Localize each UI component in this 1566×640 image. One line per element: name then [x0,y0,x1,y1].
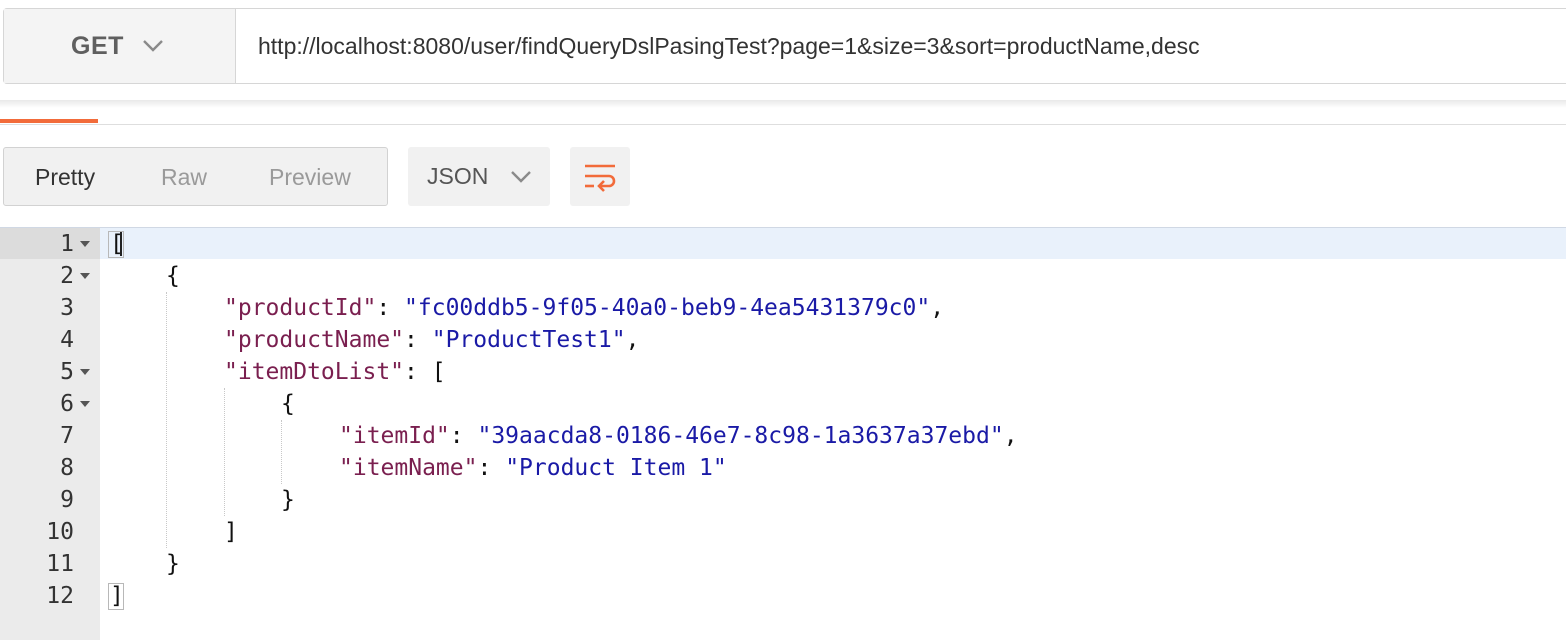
line-number: 2 [60,263,74,289]
response-tabs-divider [0,124,1566,125]
view-preview-button[interactable]: Preview [269,164,351,191]
code-content: "productName": "ProductTest1", [224,327,640,353]
fold-arrow-icon[interactable] [80,241,90,247]
code-line: 3 "productId": "fc00ddb5-9f05-40a0-beb9-… [0,292,1566,324]
line-number: 9 [60,487,74,513]
code-content: "itemDtoList": [ [224,359,446,385]
wrap-lines-icon [585,164,616,192]
code-content: "productId": "fc00ddb5-9f05-40a0-beb9-4e… [224,295,945,321]
json-string: "39aacda8-0186-46e7-8c98-1a3637a37ebd" [477,423,1004,449]
json-key: "itemDtoList" [224,359,405,385]
chevron-down-icon [143,40,163,52]
line-number: 6 [60,391,74,417]
line-number: 11 [46,551,74,577]
code-line: 4 "productName": "ProductTest1", [0,324,1566,356]
line-number: 1 [60,231,74,257]
fold-arrow-icon[interactable] [80,401,90,407]
json-key: "itemName" [339,455,478,481]
text-cursor [120,232,122,256]
fold-arrow-icon[interactable] [80,273,90,279]
code-line: 9 } [0,484,1566,516]
json-string: "fc00ddb5-9f05-40a0-beb9-4ea5431379c0" [404,295,931,321]
view-pretty-button[interactable]: Pretty [35,164,95,191]
line-number: 10 [46,519,74,545]
code-token: } [166,551,180,577]
request-bar-shadow [0,100,1566,108]
code-token: } [281,487,295,513]
code-line: 7 "itemId": "39aacda8-0186-46e7-8c98-1a3… [0,420,1566,452]
json-key: "productName" [224,327,405,353]
response-tab-active-indicator[interactable] [0,119,98,123]
json-key: "itemId" [339,423,450,449]
request-bar: GET http://localhost:8080/user/findQuery… [3,8,1566,84]
code-line: 2 { [0,260,1566,292]
code-token: { [281,391,295,417]
code-token: { [166,263,180,289]
method-select[interactable]: GET [4,9,236,83]
code-content: "itemId": "39aacda8-0186-46e7-8c98-1a363… [339,423,1018,449]
code-content: "itemName": "Product Item 1" [339,455,727,481]
code-line: 8 "itemName": "Product Item 1" [0,452,1566,484]
view-raw-button[interactable]: Raw [161,164,207,191]
view-mode-toggle: Pretty Raw Preview [3,147,388,206]
code-line: 10 ] [0,516,1566,548]
line-number: 8 [60,455,74,481]
chevron-down-icon [511,170,532,183]
code-line: 5 "itemDtoList": [ [0,356,1566,388]
format-label: JSON [427,163,489,189]
fold-arrow-icon[interactable] [80,369,90,375]
format-select[interactable]: JSON [408,147,550,206]
line-number: 7 [60,423,74,449]
code-line: 11 } [0,548,1566,580]
code-line: 6 { [0,388,1566,420]
code-line: 12 ] [0,580,1566,612]
code-token: ] [110,583,124,609]
line-number: 4 [60,327,74,353]
code-line: 1 [ [0,228,1566,260]
method-label: GET [71,31,124,60]
url-input[interactable]: http://localhost:8080/user/findQueryDslP… [236,9,1200,83]
code-token: ] [224,519,238,545]
json-string: "ProductTest1" [431,327,626,353]
line-number: 5 [60,359,74,385]
line-number: 3 [60,295,74,321]
json-key: "productId" [224,295,377,321]
wrap-lines-button[interactable] [570,147,630,206]
line-number: 12 [46,583,74,609]
json-string: "Product Item 1" [505,455,727,481]
json-bracket: [ [431,359,446,385]
